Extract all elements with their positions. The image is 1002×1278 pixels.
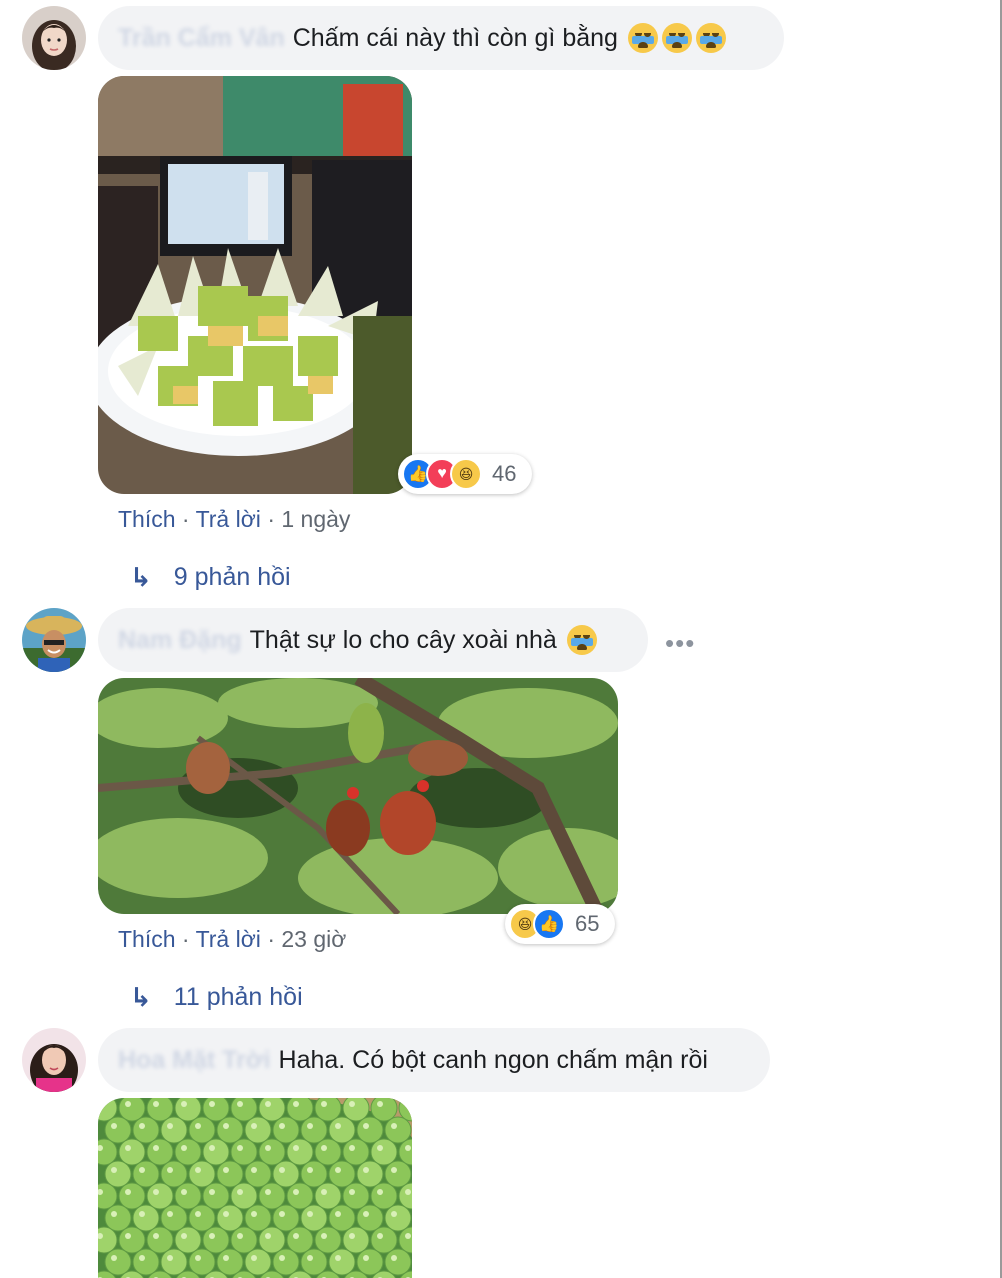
like-link[interactable]: Thích — [118, 926, 176, 952]
more-options-icon[interactable]: ••• — [665, 628, 695, 659]
comment-bubble: Trần Cẩm Vân Chấm cái này thì còn gì bằn… — [98, 6, 784, 70]
reply-arrow-icon: ↳ — [130, 562, 152, 592]
comment-author[interactable]: Nam Đặng — [118, 626, 242, 655]
avatar[interactable] — [22, 6, 86, 70]
crying-face-emoji — [566, 625, 597, 655]
reaction-summary[interactable]: 😆 👍 65 — [505, 904, 615, 944]
haha-reaction-icon: 😆 — [450, 458, 482, 490]
separator: · — [181, 506, 190, 532]
comment-photo-chickens[interactable] — [98, 678, 618, 914]
comment-time[interactable]: 1 ngày — [281, 506, 350, 532]
reply-link[interactable]: Trả lời — [196, 506, 261, 532]
like-reaction-icon: 👍 — [533, 908, 565, 940]
separator: · — [267, 506, 275, 532]
reply-link[interactable]: Trả lời — [196, 926, 261, 952]
replies-count[interactable]: 9 phản hồi — [174, 563, 291, 592]
reaction-summary[interactable]: 👍 ♥ 😆 46 — [398, 454, 532, 494]
avatar[interactable] — [22, 1028, 86, 1092]
view-replies[interactable]: ↳ 9 phản hồi — [130, 562, 291, 593]
separator: · — [267, 926, 275, 952]
avatar-image — [22, 6, 86, 70]
avatar-image — [22, 1028, 86, 1092]
comment-bubble: Hoa Mặt Trời Haha. Có bột canh ngon chấm… — [98, 1028, 770, 1092]
comment-bubble: Nam Đặng Thật sự lo cho cây xoài nhà — [98, 608, 648, 672]
avatar-image — [22, 608, 86, 672]
reply-arrow-icon: ↳ — [130, 982, 152, 1012]
crying-face-emoji — [627, 23, 658, 53]
comment-actions: Thích · Trả lời · 1 ngày — [118, 506, 350, 533]
separator: · — [181, 926, 190, 952]
crying-face-emoji — [661, 23, 692, 53]
comment-photo-guava[interactable] — [98, 76, 412, 494]
comment-author[interactable]: Trần Cẩm Vân — [118, 24, 285, 53]
comment-author[interactable]: Hoa Mặt Trời — [118, 1046, 271, 1075]
replies-count[interactable]: 11 phản hồi — [174, 983, 303, 1012]
comment-time[interactable]: 23 giờ — [281, 926, 346, 952]
reaction-count: 46 — [492, 461, 517, 486]
comment-actions: Thích · Trả lời · 23 giờ — [118, 926, 346, 953]
comment-photo-plums[interactable] — [98, 1098, 412, 1278]
reaction-count: 65 — [575, 911, 600, 936]
comment-text: Thật sự lo cho cây xoài nhà — [249, 625, 557, 654]
crying-face-emoji — [695, 23, 726, 53]
like-link[interactable]: Thích — [118, 506, 176, 532]
view-replies[interactable]: ↳ 11 phản hồi — [130, 982, 303, 1013]
comment-text: Haha. Có bột canh ngon chấm mận rồi — [278, 1045, 708, 1074]
avatar[interactable] — [22, 608, 86, 672]
comment-text: Chấm cái này thì còn gì bằng — [292, 23, 618, 52]
